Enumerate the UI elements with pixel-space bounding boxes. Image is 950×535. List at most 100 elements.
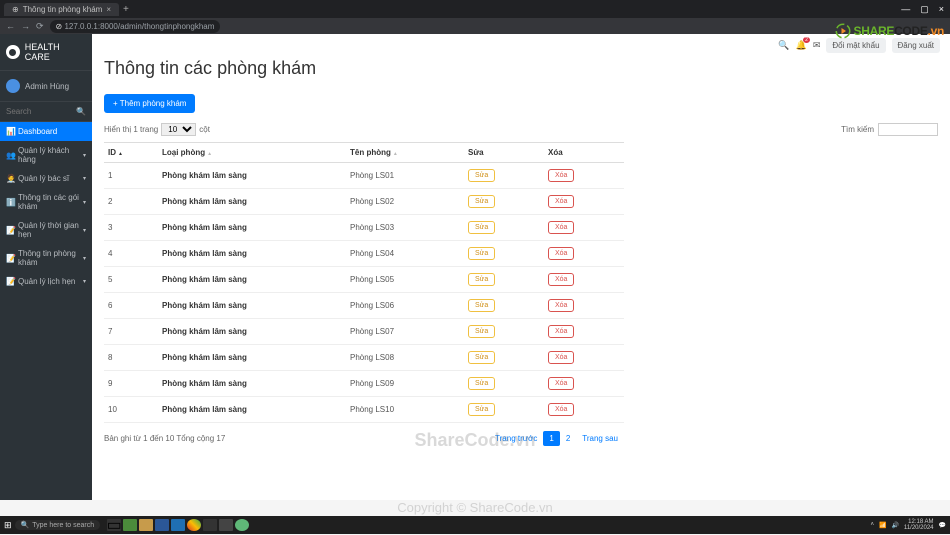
notifications-icon[interactable]: 🔔2	[796, 40, 807, 51]
table-row: 2Phòng khám lâm sàngPhòng LS02SửaXóa	[104, 189, 624, 215]
table-search-input[interactable]	[878, 123, 938, 136]
tray-wifi-icon[interactable]: 📶	[879, 522, 886, 529]
edit-button[interactable]: Sửa	[468, 403, 495, 416]
search-icon[interactable]: 🔍	[778, 40, 789, 51]
length-suffix: cột	[199, 125, 210, 134]
app-icon-2[interactable]	[203, 519, 217, 531]
cell-id: 10	[104, 397, 158, 423]
edit-button[interactable]: Sửa	[468, 169, 495, 182]
start-button[interactable]: ⊞	[4, 520, 12, 531]
messages-icon[interactable]: ✉	[813, 40, 821, 51]
brand-row[interactable]: HEALTH CARE	[0, 34, 92, 70]
cell-name: Phòng LS04	[346, 241, 464, 267]
cell-name: Phòng LS06	[346, 293, 464, 319]
forward-button[interactable]: →	[21, 21, 30, 31]
col-type[interactable]: Loại phòng	[158, 143, 346, 163]
delete-button[interactable]: Xóa	[548, 403, 574, 416]
window-maximize-button[interactable]: ▢	[920, 4, 929, 15]
nav-label: Quản lý bác sĩ	[18, 174, 69, 183]
sidebar-item-2[interactable]: 🧑‍⚕️Quản lý bác sĩ▾	[0, 169, 92, 188]
close-icon[interactable]: ×	[106, 5, 111, 14]
nav-label: Quản lý thời gian hẹn	[18, 221, 79, 239]
col-id[interactable]: ID	[104, 143, 158, 163]
cell-id: 7	[104, 319, 158, 345]
taskbar-search[interactable]: 🔍 Type here to search	[15, 520, 101, 530]
table-row: 3Phòng khám lâm sàngPhòng LS03SửaXóa	[104, 215, 624, 241]
window-minimize-button[interactable]: —	[901, 4, 910, 15]
tray-chevron-icon[interactable]: ˄	[870, 522, 874, 528]
app-icon-4[interactable]	[235, 519, 249, 531]
page-2[interactable]: 2	[560, 431, 576, 446]
delete-button[interactable]: Xóa	[548, 351, 574, 364]
delete-button[interactable]: Xóa	[548, 247, 574, 260]
edit-button[interactable]: Sửa	[468, 351, 495, 364]
edit-button[interactable]: Sửa	[468, 273, 495, 286]
delete-button[interactable]: Xóa	[548, 377, 574, 390]
edit-button[interactable]: Sửa	[468, 247, 495, 260]
tab-title: Thông tin phòng khám	[23, 5, 103, 14]
tray-volume-icon[interactable]: 🔊	[891, 522, 898, 529]
reload-button[interactable]: ⟳	[36, 21, 44, 32]
taskview-icon[interactable]: ▭	[107, 519, 121, 531]
explorer-icon[interactable]	[139, 519, 153, 531]
table-row: 6Phòng khám lâm sàngPhòng LS06SửaXóa	[104, 293, 624, 319]
edit-button[interactable]: Sửa	[468, 325, 495, 338]
cell-type: Phòng khám lâm sàng	[158, 241, 346, 267]
col-name[interactable]: Tên phòng	[346, 143, 464, 163]
edge-icon[interactable]	[155, 519, 169, 531]
logout-button[interactable]: Đăng xuất	[892, 38, 940, 53]
edit-button[interactable]: Sửa	[468, 221, 495, 234]
edit-button[interactable]: Sửa	[468, 299, 495, 312]
clock[interactable]: 12:18 AM 11/20/2024	[904, 519, 934, 531]
search-input[interactable]	[6, 107, 66, 116]
edit-button[interactable]: Sửa	[468, 195, 495, 208]
chrome-icon[interactable]	[187, 519, 201, 531]
sidebar-item-1[interactable]: 👥Quản lý khách hàng▾	[0, 141, 92, 169]
page-length-select[interactable]: 10	[161, 123, 196, 136]
delete-button[interactable]: Xóa	[548, 221, 574, 234]
sidebar-item-5[interactable]: 📝Thông tin phòng khám▾	[0, 244, 92, 272]
chevron-down-icon: ▾	[83, 175, 86, 182]
table-info: Bản ghi từ 1 đến 10 Tổng cộng 17	[104, 434, 225, 443]
delete-button[interactable]: Xóa	[548, 325, 574, 338]
cell-name: Phòng LS05	[346, 267, 464, 293]
chevron-down-icon: ▾	[83, 199, 86, 206]
sidebar-search[interactable]: 🔍	[0, 102, 92, 122]
change-password-button[interactable]: Đổi mật khẩu	[826, 38, 885, 53]
nav-icon: 📝	[6, 277, 14, 286]
add-room-button[interactable]: + Thêm phòng khám	[104, 94, 195, 113]
cell-name: Phòng LS01	[346, 163, 464, 189]
sidebar-item-6[interactable]: 📝Quản lý lịch hẹn▾	[0, 272, 92, 291]
delete-button[interactable]: Xóa	[548, 195, 574, 208]
nav-label: Dashboard	[18, 127, 57, 136]
app-icon[interactable]	[123, 519, 137, 531]
sidebar-item-3[interactable]: ℹ️Thông tin các gói khám▾	[0, 188, 92, 216]
delete-button[interactable]: Xóa	[548, 273, 574, 286]
app-icon-3[interactable]	[219, 519, 233, 531]
vscode-icon[interactable]	[171, 519, 185, 531]
window-close-button[interactable]: ×	[939, 4, 944, 15]
tab-favicon: ⊕	[12, 5, 19, 14]
user-row[interactable]: Admin Hùng	[0, 70, 92, 102]
page-1[interactable]: 1	[543, 431, 559, 446]
nav-icon: 📊	[6, 127, 14, 136]
delete-button[interactable]: Xóa	[548, 169, 574, 182]
browser-tab-active[interactable]: ⊕ Thông tin phòng khám ×	[4, 3, 119, 16]
delete-button[interactable]: Xóa	[548, 299, 574, 312]
back-button[interactable]: ←	[6, 21, 15, 31]
cell-id: 4	[104, 241, 158, 267]
sidebar-item-4[interactable]: 📝Quản lý thời gian hẹn▾	[0, 216, 92, 244]
cell-type: Phòng khám lâm sàng	[158, 293, 346, 319]
cell-id: 3	[104, 215, 158, 241]
address-bar[interactable]: ⊘ 127.0.0.1:8000/admin/thongtinphongkham	[50, 20, 221, 33]
sidebar-item-0[interactable]: 📊 Dashboard	[0, 122, 92, 141]
next-page[interactable]: Trang sau	[576, 431, 624, 446]
cell-type: Phòng khám lâm sàng	[158, 371, 346, 397]
edit-button[interactable]: Sửa	[468, 377, 495, 390]
search-icon[interactable]: 🔍	[76, 107, 86, 116]
user-name: Admin Hùng	[25, 82, 69, 91]
cell-name: Phòng LS03	[346, 215, 464, 241]
notifications-tray-icon[interactable]: 💬	[939, 522, 946, 529]
new-tab-button[interactable]: +	[123, 4, 129, 15]
nav-icon: ℹ️	[6, 198, 14, 207]
